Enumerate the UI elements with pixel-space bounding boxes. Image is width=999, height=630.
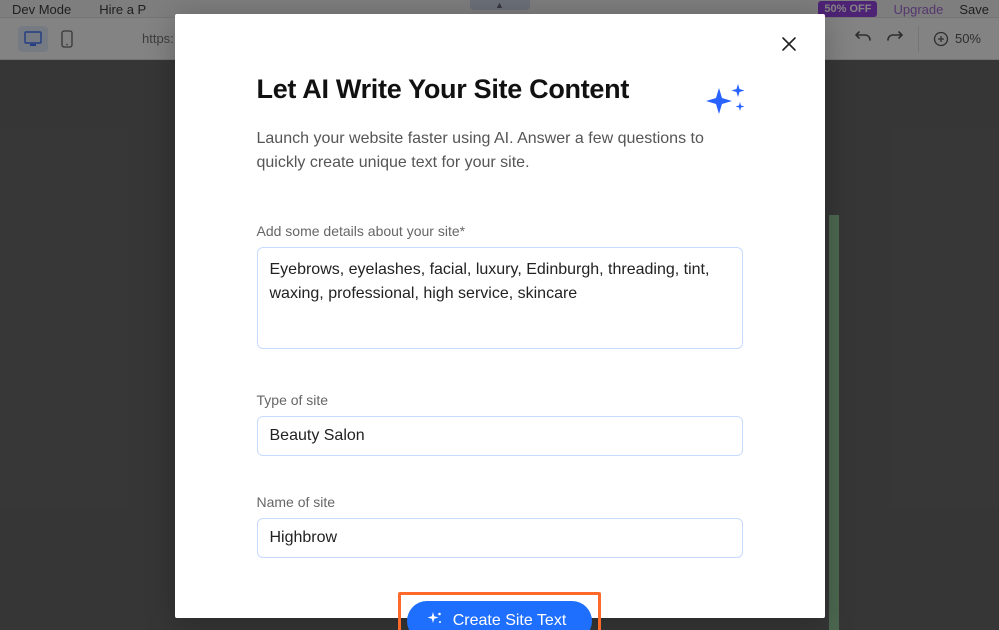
site-type-input[interactable] bbox=[257, 416, 743, 456]
ai-content-modal: Let AI Write Your Site Content Launch yo… bbox=[175, 14, 825, 618]
site-details-input[interactable] bbox=[257, 247, 743, 349]
close-button[interactable] bbox=[781, 36, 803, 58]
name-label: Name of site bbox=[257, 494, 743, 510]
type-label: Type of site bbox=[257, 392, 743, 408]
modal-overlay: Let AI Write Your Site Content Launch yo… bbox=[0, 0, 999, 630]
cta-highlight-box: Create Site Text bbox=[398, 592, 602, 630]
modal-title: Let AI Write Your Site Content bbox=[257, 74, 743, 105]
sparkle-icon bbox=[427, 611, 443, 630]
modal-description: Launch your website faster using AI. Ans… bbox=[257, 127, 717, 175]
details-label: Add some details about your site* bbox=[257, 223, 743, 239]
close-icon bbox=[781, 36, 797, 52]
site-name-input[interactable] bbox=[257, 518, 743, 558]
create-site-text-button[interactable]: Create Site Text bbox=[407, 601, 593, 630]
sparkle-icon bbox=[705, 84, 747, 121]
cta-label: Create Site Text bbox=[453, 612, 567, 630]
